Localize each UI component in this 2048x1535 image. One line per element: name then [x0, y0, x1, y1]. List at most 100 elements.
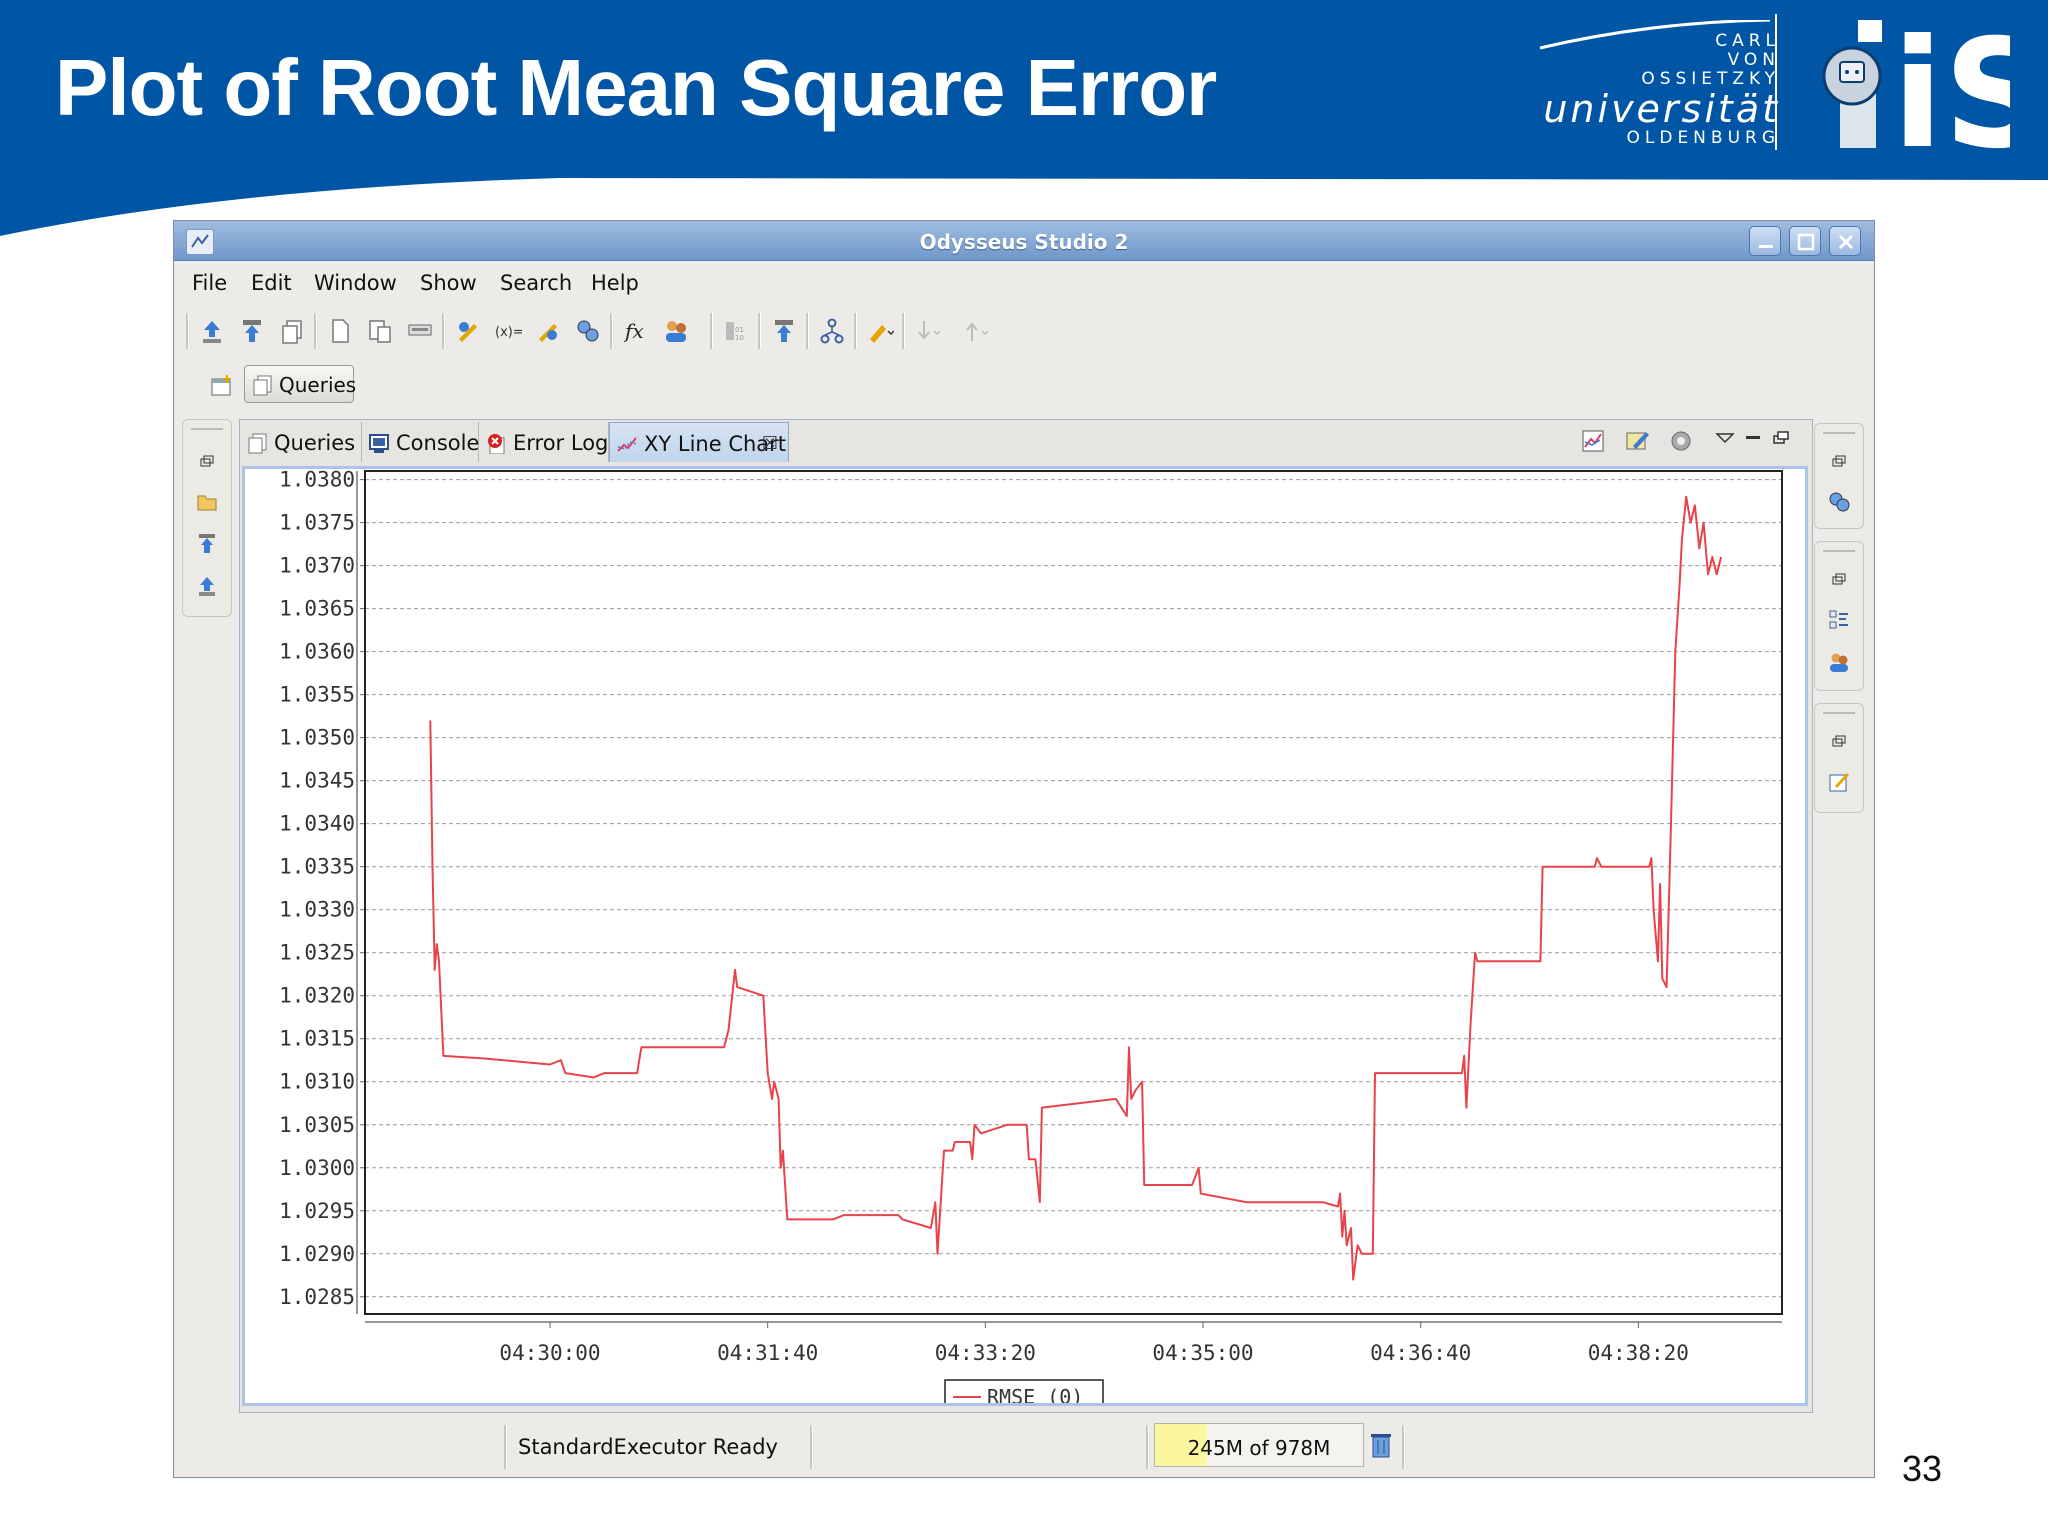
menu-file[interactable]: File — [192, 271, 227, 295]
heap-status[interactable]: 245M of 978M — [1154, 1423, 1364, 1467]
left-trim-stack — [182, 419, 232, 617]
next-disabled-icon[interactable] — [914, 317, 942, 345]
university-logo: CARL VON OSSIETZKY universität OLDENBURG — [1539, 20, 1780, 150]
keyboard-icon[interactable] — [406, 317, 434, 345]
right-trim-stack-1 — [1814, 423, 1864, 529]
y-tick-label: 1.0320 — [279, 984, 355, 1008]
prev-disabled-icon[interactable] — [962, 317, 990, 345]
tab-close-icon[interactable]: ☒ — [762, 433, 778, 454]
x-tick-label: 04:36:40 — [1370, 1341, 1471, 1365]
perspective-queries-button[interactable]: Queries — [244, 365, 357, 403]
tab-queries[interactable]: Queries — [240, 422, 362, 462]
chart-properties-icon[interactable] — [1580, 428, 1606, 454]
new-file-icon[interactable] — [326, 317, 354, 345]
queries-perspective-icon — [253, 375, 272, 396]
close-icon — [1838, 234, 1854, 250]
tab-console[interactable]: Console — [362, 422, 479, 462]
operators-icon-right[interactable] — [1827, 490, 1851, 514]
close-button[interactable] — [1829, 226, 1861, 256]
minimize-view-icon[interactable] — [1740, 428, 1766, 454]
maximize-icon — [1797, 233, 1815, 251]
restore-icon-right-3[interactable] — [1827, 730, 1851, 754]
svg-text:01: 01 — [735, 326, 744, 334]
restore-icon-right-1[interactable] — [1827, 450, 1851, 474]
edit-query-icon[interactable] — [454, 317, 482, 345]
university-logo-line5: OLDENBURG — [1626, 128, 1780, 148]
y-tick-label: 1.0335 — [279, 855, 355, 879]
line-chart-icon — [617, 437, 637, 452]
tab-queries-label: Queries — [274, 431, 356, 455]
menu-show[interactable]: Show — [420, 271, 477, 295]
y-tick-label: 1.0310 — [279, 1070, 355, 1094]
title-bar[interactable]: Odysseus Studio 2 — [174, 221, 1874, 261]
minimize-button[interactable] — [1749, 226, 1781, 256]
svg-text:(x)=: (x)= — [495, 325, 522, 340]
users-icon-right[interactable] — [1827, 650, 1851, 674]
query-plan-icon[interactable] — [818, 317, 846, 345]
is-logo: iS — [1810, 8, 2048, 182]
chart-view: Queries Console Error Log XY Line Chart … — [239, 419, 1813, 1413]
y-tick-label: 1.0285 — [279, 1285, 355, 1309]
main-toolbar: (x)= fx 01 10 — [186, 309, 1286, 353]
menu-bar: File Edit Window Show Search Help — [174, 261, 1874, 299]
binary-icon[interactable]: 0110 — [722, 317, 750, 345]
status-text: StandardExecutor Ready — [518, 1435, 778, 1459]
restore-icon-right-2[interactable] — [1827, 568, 1851, 592]
upload-icon-left[interactable] — [195, 574, 219, 598]
paste-icon[interactable] — [366, 317, 394, 345]
menu-help[interactable]: Help — [591, 271, 639, 295]
pin-icon-left[interactable] — [195, 532, 219, 556]
x-tick-label: 04:35:00 — [1152, 1341, 1253, 1365]
tab-error-log[interactable]: Error Log — [479, 422, 609, 462]
garbage-collect-icon[interactable] — [1369, 1431, 1393, 1459]
edit-chart-icon[interactable] — [1624, 428, 1650, 454]
y-tick-label: 1.0345 — [279, 769, 355, 793]
pin-up-icon[interactable] — [238, 317, 266, 345]
restore-icon[interactable] — [195, 450, 219, 474]
variables-icon[interactable]: (x)= — [494, 317, 522, 345]
settings-gear-icon[interactable] — [1668, 428, 1694, 454]
y-tick-label: 1.0380 — [279, 469, 355, 492]
maximize-view-icon[interactable] — [1768, 428, 1794, 454]
users-icon[interactable] — [662, 317, 690, 345]
x-tick-label: 04:31:40 — [717, 1341, 818, 1365]
plot-frame — [364, 470, 1783, 1315]
perspective-queries-label: Queries — [279, 373, 357, 397]
logo-divider — [1775, 14, 1777, 150]
menu-edit[interactable]: Edit — [251, 271, 292, 295]
copy-icon[interactable] — [278, 317, 306, 345]
rmse-line-chart: 1.0380 1.0375 1.0370 1.0365 1.0360 1.0355 1.03… — [279, 469, 1783, 1403]
operators-icon[interactable] — [574, 317, 602, 345]
y-tick-label: 1.0350 — [279, 726, 355, 750]
y-tick-label: 1.0360 — [279, 640, 355, 664]
tab-xy-line-chart[interactable]: XY Line Chart ☒ — [609, 422, 789, 462]
pin-icon[interactable] — [770, 317, 798, 345]
view-menu-icon[interactable] — [1712, 428, 1738, 454]
svg-text:10: 10 — [735, 334, 744, 342]
legend-label: RMSE (0) — [987, 1385, 1083, 1403]
menu-window[interactable]: Window — [314, 271, 397, 295]
chart-area: 1.0380 1.0375 1.0370 1.0365 1.0360 1.0355 1.03… — [242, 466, 1808, 1406]
outline-icon[interactable] — [1827, 608, 1851, 632]
y-tick-label: 1.0370 — [279, 554, 355, 578]
folder-icon[interactable] — [195, 490, 219, 514]
edit-note-icon[interactable] — [1827, 770, 1851, 794]
university-logo-line4: universität — [1543, 87, 1780, 131]
function-icon[interactable]: fx — [622, 317, 650, 345]
y-tick-label: 1.0325 — [279, 941, 355, 965]
maximize-button[interactable] — [1789, 226, 1821, 256]
edit-stream-icon[interactable] — [534, 317, 562, 345]
heap-status-label: 245M of 978M — [1187, 1436, 1331, 1460]
y-tick-label: 1.0300 — [279, 1156, 355, 1180]
minimize-icon — [1759, 245, 1773, 248]
x-tick-label: 04:38:20 — [1588, 1341, 1689, 1365]
tab-error-log-label: Error Log — [513, 431, 609, 455]
y-tick-label: 1.0295 — [279, 1199, 355, 1223]
run-dropdown-icon[interactable] — [866, 317, 894, 345]
menu-search[interactable]: Search — [500, 271, 572, 295]
y-tick-label: 1.0375 — [279, 511, 355, 535]
app-window: Odysseus Studio 2 File Edit Window Show … — [173, 220, 1875, 1478]
tab-console-label: Console — [396, 431, 480, 455]
upload-icon[interactable] — [198, 317, 226, 345]
open-perspective-icon[interactable] — [210, 375, 234, 397]
